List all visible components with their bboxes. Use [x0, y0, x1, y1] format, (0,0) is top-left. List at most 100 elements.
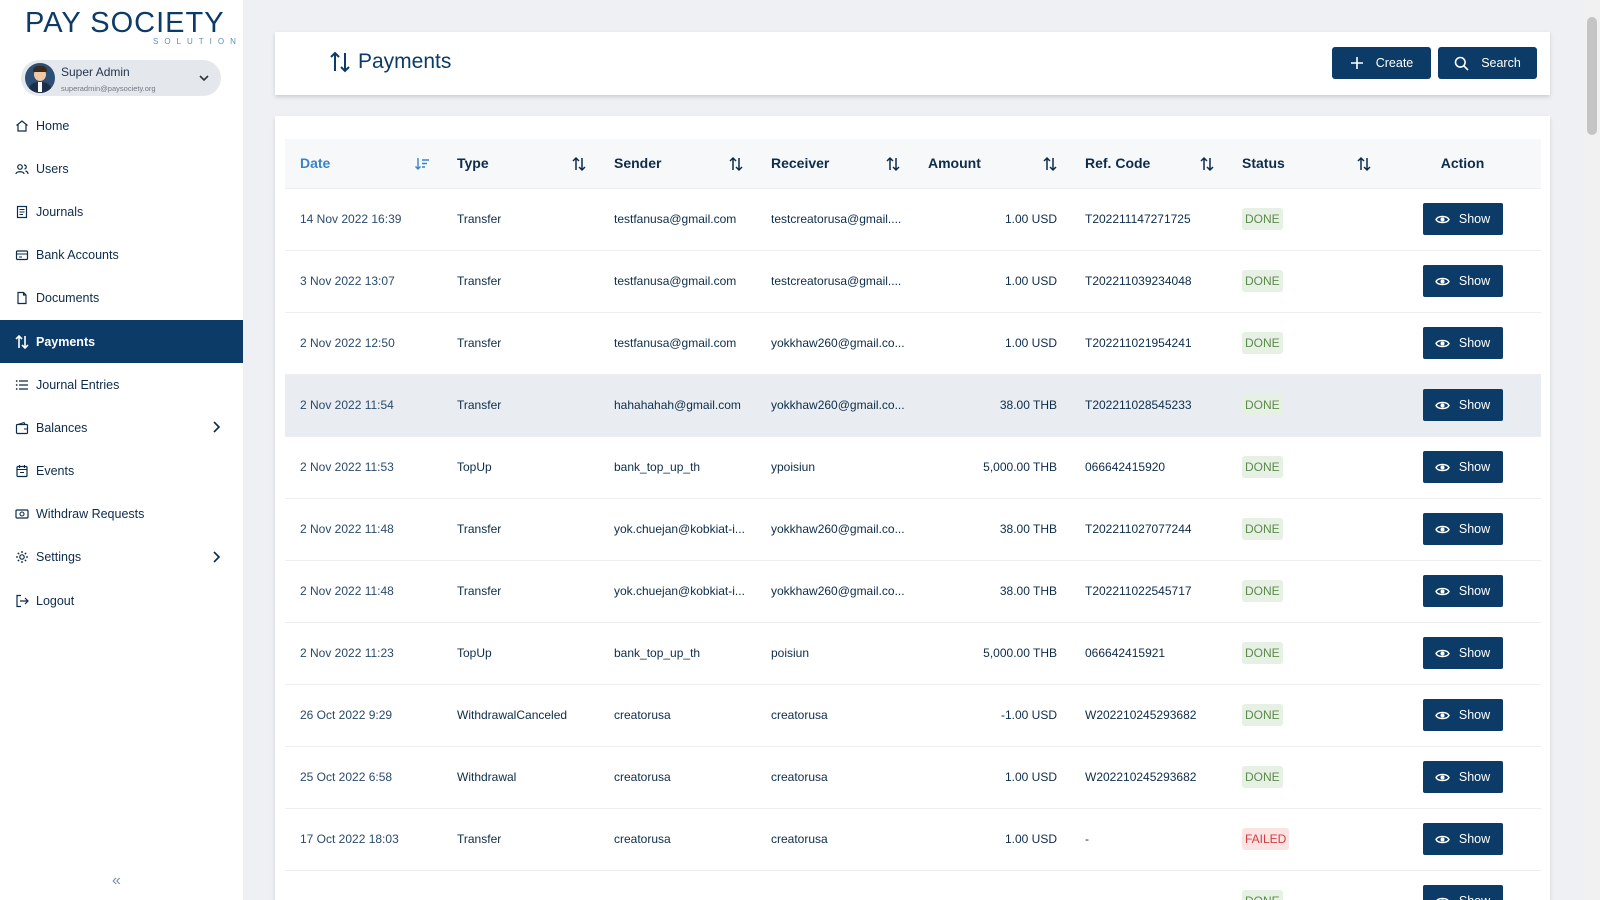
column-header-receiver[interactable]: Receiver [756, 139, 913, 188]
eye-icon [1435, 212, 1450, 227]
table-row[interactable]: 2 Nov 2022 12:50 Transfer testfanusa@gmail… [285, 312, 1541, 374]
column-header-type[interactable]: Type [442, 139, 599, 188]
sidebar-item-documents[interactable]: Documents [0, 277, 243, 320]
sort-icon[interactable] [1042, 156, 1058, 172]
cell-action: Show [1384, 188, 1541, 250]
cell-sender: bank_top_up_th [614, 460, 701, 474]
sidebar-item-users[interactable]: Users [0, 147, 243, 190]
cell-receiver: testcreatorusa@gmail.... [771, 274, 902, 288]
sort-icon[interactable] [728, 156, 744, 172]
table-row[interactable]: 17 Oct 2022 18:03 Transfer creatorusa creat… [285, 808, 1541, 870]
gear-icon [14, 549, 30, 565]
sort-icon[interactable] [571, 156, 587, 172]
table-row[interactable]: 2 Nov 2022 11:48 Transfer yok.chuejan@kobk… [285, 498, 1541, 560]
cell-sender: bank_top_up_th [614, 646, 701, 660]
status-badge: DONE [1242, 766, 1283, 788]
column-header-status[interactable]: Status [1227, 139, 1384, 188]
home-icon [14, 118, 30, 134]
sidebar-item-label: Withdraw Requests [36, 507, 145, 522]
show-button[interactable]: Show [1422, 265, 1503, 297]
chevron-down-icon[interactable] [197, 71, 211, 85]
search-button[interactable]: Search [1438, 47, 1537, 79]
page-title: Payments [328, 50, 451, 74]
cell-amount [913, 870, 1070, 900]
show-button[interactable]: Show [1422, 327, 1503, 359]
show-button[interactable]: Show [1422, 575, 1503, 607]
payments-table: Date Type Sender Receiver Amount Ref. Co… [285, 139, 1541, 900]
cell-date: 2 Nov 2022 12:50 [300, 336, 395, 350]
table-row[interactable]: 3 Nov 2022 13:07 Transfer testfanusa@gmail… [285, 250, 1541, 312]
show-button[interactable]: Show [1422, 451, 1503, 483]
status-badge: DONE [1242, 208, 1283, 230]
users-icon [14, 161, 30, 177]
paysociety-logo[interactable]: PAY SOCIETY SOLUTION [25, 8, 236, 48]
avatar [25, 63, 55, 93]
show-button[interactable]: Show [1422, 513, 1503, 545]
table-row[interactable]: 25 Oct 2022 6:58 Withdrawal creatorusa crea… [285, 746, 1541, 808]
plus-icon [1350, 56, 1364, 70]
table-row[interactable]: 26 Oct 2022 9:29 WithdrawalCanceled creato… [285, 684, 1541, 746]
cell-receiver: ypoisiun [771, 460, 816, 474]
table-row[interactable]: 14 Nov 2022 16:39 Transfer testfanusa@gmai… [285, 188, 1541, 250]
cell-ref-code: T202211027077244 [1085, 522, 1192, 536]
show-button[interactable]: Show [1422, 203, 1503, 235]
sidebar-item-settings[interactable]: Settings [0, 536, 243, 579]
eye-icon [1435, 522, 1450, 537]
sort-icon[interactable] [1356, 156, 1372, 172]
column-header-amount[interactable]: Amount [913, 139, 1070, 188]
cell-receiver: poisiun [771, 646, 810, 660]
column-header-sender[interactable]: Sender [599, 139, 756, 188]
cell-date: 17 Oct 2022 18:03 [300, 832, 399, 846]
sidebar-item-logout[interactable]: Logout [0, 579, 243, 622]
sidebar-item-events[interactable]: Events [0, 450, 243, 493]
table-row[interactable]: 2 Nov 2022 11:53 TopUp bank_top_up_th ypois… [285, 436, 1541, 498]
show-button[interactable]: Show [1422, 637, 1503, 669]
sidebar-item-journals[interactable]: Journals [0, 190, 243, 233]
collapse-sidebar-button[interactable]: « [112, 872, 121, 890]
show-button[interactable]: Show [1422, 761, 1503, 793]
sidebar-item-withdraw-requests[interactable]: Withdraw Requests [0, 493, 243, 536]
user-menu[interactable]: Super Admin superadmin@paysociety.org [21, 60, 221, 96]
show-button[interactable]: Show [1422, 823, 1503, 855]
sidebar-item-home[interactable]: Home [0, 104, 243, 147]
table-row[interactable]: 2 Nov 2022 11:48 Transfer yok.chuejan@kobk… [285, 560, 1541, 622]
scrollbar-thumb[interactable] [1587, 17, 1597, 135]
show-button[interactable]: Show [1422, 885, 1503, 900]
column-header-action: Action [1440, 155, 1485, 172]
cell-receiver: creatorusa [771, 708, 828, 722]
cell-type: Withdrawal [457, 770, 517, 784]
column-header-date[interactable]: Date [285, 139, 442, 188]
sort-icon[interactable] [885, 156, 901, 172]
status-badge: DONE [1242, 704, 1283, 726]
column-header-ref-code[interactable]: Ref. Code [1070, 139, 1227, 188]
chevron-right-icon [209, 420, 223, 434]
sort-icon[interactable] [1199, 156, 1215, 172]
show-button[interactable]: Show [1422, 389, 1503, 421]
table-row[interactable]: 2 Nov 2022 11:54 Transfer hahahahah@gmail.… [285, 374, 1541, 436]
sidebar-item-balances[interactable]: Balances [0, 406, 243, 449]
cell-receiver: testcreatorusa@gmail.... [771, 212, 902, 226]
cell-action: Show [1384, 250, 1541, 312]
show-button-label: Show [1458, 708, 1491, 722]
cell-type: Transfer [457, 398, 502, 412]
cell-ref-code: W202210245293682 [1085, 770, 1197, 784]
status-badge: DONE [1242, 332, 1283, 354]
cell-status: DONE [1227, 250, 1384, 312]
sidebar-item-label: Bank Accounts [36, 248, 119, 263]
sidebar-item-payments[interactable]: Payments [0, 319, 243, 364]
create-button[interactable]: Create [1332, 47, 1431, 79]
show-button[interactable]: Show [1422, 699, 1503, 731]
page-scrollbar[interactable] [1584, 0, 1600, 900]
sort-descending-icon[interactable] [414, 156, 430, 172]
cell-sender: yok.chuejan@kobkiat-i... [614, 584, 745, 598]
cell-action: Show [1384, 312, 1541, 374]
sidebar-item-label: Documents [36, 291, 100, 306]
table-row[interactable]: 2 Nov 2022 11:23 TopUp bank_top_up_th poisi… [285, 622, 1541, 684]
swap-icon [328, 50, 352, 74]
cell-date: 25 Oct 2022 6:58 [300, 770, 393, 784]
sidebar-item-bank-accounts[interactable]: Bank Accounts [0, 234, 243, 277]
sidebar-item-label: Logout [36, 593, 75, 608]
sidebar-item-journal-entries[interactable]: Journal Entries [0, 363, 243, 406]
table-row[interactable]: DONE Show [285, 870, 1541, 900]
eye-icon [1435, 398, 1450, 413]
